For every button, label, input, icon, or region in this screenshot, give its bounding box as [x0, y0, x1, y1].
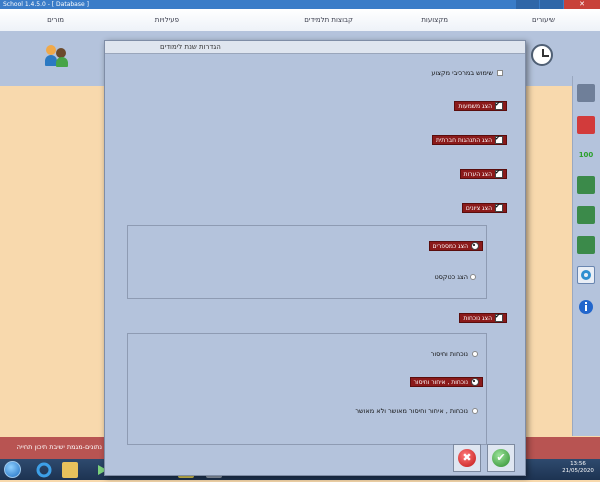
- dialog-body: שימוש במרכיבי מקצוע הצג משמעות הצג התנהג…: [105, 54, 525, 475]
- people-icon[interactable]: [45, 45, 69, 67]
- attendance-approved-label: נוכחות , איחור וחיסור מאושר ולא מאושר: [355, 407, 468, 415]
- check-icon: [495, 100, 503, 110]
- start-button[interactable]: [4, 461, 21, 478]
- show-social-behavior-checkbox[interactable]: הצג התנהגות חברתית: [431, 134, 507, 145]
- windows-icon[interactable]: [577, 84, 595, 102]
- menu-bar: שיעורים מקצועות קבוצות תלמידים פעילויות …: [0, 9, 600, 32]
- use-subject-components-label: שימוש במרכיבי מקצוע: [431, 69, 493, 77]
- attendance-approved-radio[interactable]: [472, 408, 478, 414]
- attendance-absence-label: נוכחות וחיסור: [430, 350, 468, 358]
- show-attendance-checkbox[interactable]: הצג נוכחות: [459, 312, 507, 323]
- clock-time: 13:56: [570, 461, 586, 467]
- clock-icon[interactable]: [531, 44, 553, 66]
- sheet-icon-2[interactable]: [577, 206, 595, 224]
- menu-item-student-groups[interactable]: קבוצות תלמידים: [304, 16, 353, 24]
- check-icon: [495, 202, 503, 212]
- maximize-button[interactable]: [540, 0, 563, 9]
- status-text: נתונים-מגמת ישיבת תיכון תחייה: [16, 443, 102, 451]
- window-title: School 1.4.5.0 - [ Database ]: [3, 1, 89, 8]
- cancel-button[interactable]: ✖: [453, 444, 481, 472]
- menu-item-activities[interactable]: פעילויות: [155, 16, 179, 24]
- cancel-icon: ✖: [458, 449, 476, 467]
- check-icon: [495, 134, 503, 144]
- menu-item-subjects[interactable]: מקצועות: [421, 16, 448, 24]
- use-subject-components-checkbox[interactable]: [497, 70, 503, 76]
- attendance-absence-radio[interactable]: [472, 351, 478, 357]
- grades-mode-group: הצג כמספרים הצג כטקסט: [127, 225, 487, 299]
- dialog-titlebar: הגדרות שנת לימודים: [105, 41, 525, 54]
- menu-item-lessons[interactable]: שיעורים: [532, 16, 555, 24]
- radio-selected-icon: [471, 377, 479, 386]
- menu-item-teachers[interactable]: מורים: [47, 16, 64, 24]
- window-titlebar: School 1.4.5.0 - [ Database ] ✕: [0, 0, 600, 9]
- dialog-title: הגדרות שנת לימודים: [160, 43, 221, 51]
- show-shifts-checkbox[interactable]: הצג משמעות: [454, 100, 507, 111]
- show-remarks-checkbox[interactable]: הצג הערות: [459, 168, 507, 179]
- ie-icon[interactable]: [36, 462, 52, 478]
- close-button[interactable]: ✕: [564, 0, 600, 9]
- sheet-icon[interactable]: [577, 176, 595, 194]
- calendar-icon[interactable]: [577, 116, 595, 134]
- check-icon: [495, 168, 503, 178]
- system-clock[interactable]: 13:56 21/05/2020: [560, 461, 596, 475]
- radio-selected-icon: [471, 241, 479, 250]
- clock-date: 21/05/2020: [562, 468, 594, 474]
- minimize-button[interactable]: [516, 0, 539, 9]
- info-icon[interactable]: [577, 298, 595, 316]
- year-settings-dialog: הגדרות שנת לימודים שימוש במרכיבי מקצוע ה…: [104, 40, 526, 476]
- ok-button[interactable]: ✔: [487, 444, 515, 472]
- hundred-icon[interactable]: 100: [577, 146, 595, 164]
- grades-as-text-radio[interactable]: [470, 274, 476, 280]
- folder-icon[interactable]: [62, 462, 78, 478]
- show-grades-checkbox[interactable]: הצג ציונים: [461, 202, 507, 213]
- ok-check-icon: ✔: [492, 449, 510, 467]
- check-icon: [495, 312, 503, 322]
- grades-as-text-label: הצג כטקסט: [434, 273, 468, 281]
- sheet-icon-3[interactable]: [577, 236, 595, 254]
- grades-as-numbers-radio[interactable]: הצג כמספרים: [428, 241, 483, 251]
- gear-icon[interactable]: [577, 266, 595, 284]
- attendance-mode-group: נוכחות וחיסור נוכחות , איחור וחיסור נוכח…: [127, 333, 487, 445]
- attendance-late-absence-radio[interactable]: נוכחות , איחור וחיסור: [409, 377, 483, 387]
